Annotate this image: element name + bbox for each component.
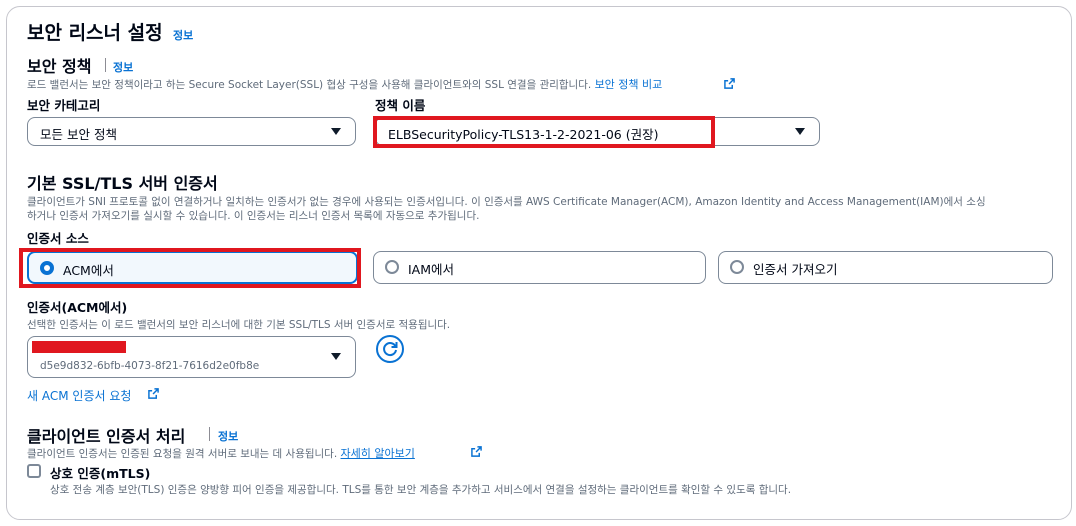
request-acm-certificate-link[interactable]: 새 ACM 인증서 요청 xyxy=(27,387,131,404)
acm-certificate-description: 선택한 인증서는 이 로드 밸런서의 보안 리스너에 대한 기본 SSL/TLS… xyxy=(27,319,451,331)
external-link-icon[interactable] xyxy=(724,78,735,89)
mtls-checkbox[interactable] xyxy=(27,464,41,478)
source-tile-import[interactable]: 인증서 가져오기 xyxy=(718,251,1053,284)
category-select-value: 모든 보안 정책 xyxy=(40,127,117,142)
section-info-link[interactable]: 정보 xyxy=(173,27,193,43)
certificate-title: 기본 SSL/TLS 서버 인증서 xyxy=(27,174,218,193)
client-cert-description: 클라이언트 인증서는 인증된 요청을 원격 서버로 보내는 데 사용됩니다. 자… xyxy=(27,445,415,461)
category-select[interactable]: 모든 보안 정책 xyxy=(27,117,356,146)
policy-name-label: 정책 이름 xyxy=(375,98,426,113)
security-policy-info-link[interactable]: 정보 xyxy=(113,59,133,75)
client-cert-info-link[interactable]: 정보 xyxy=(218,428,238,444)
description-text: 로드 밸런서는 보안 정책이라고 하는 Secure Socket Layer(… xyxy=(27,79,592,91)
certificate-source-label: 인증서 소스 xyxy=(27,231,89,246)
mtls-label: 상호 인증(mTLS) xyxy=(50,466,151,481)
compare-policies-link[interactable]: 보안 정책 비교 xyxy=(595,78,663,91)
mtls-description: 상호 전송 계층 보안(TLS) 인증은 양방향 피어 인증을 제공합니다. T… xyxy=(50,484,792,496)
divider xyxy=(105,58,106,72)
redacted-domain xyxy=(32,341,126,353)
certificate-description-line2: 하거나 인증서 가져오기를 실시할 수 있습니다. 이 인증서는 리스너 인증서… xyxy=(27,210,480,222)
radio-unselected-icon[interactable] xyxy=(730,260,744,274)
refresh-button[interactable] xyxy=(376,335,404,363)
certificate-description-line1: 클라이언트가 SNI 프로토콜 없이 연결하거나 일치하는 인증서가 없는 경우… xyxy=(27,196,986,208)
certificate-id: d5e9d832-6bfb-4073-8f21-7616d2e0fb8e xyxy=(40,360,260,372)
caret-down-icon xyxy=(331,353,341,360)
external-link-icon[interactable] xyxy=(148,388,159,399)
refresh-icon xyxy=(383,342,398,357)
caret-down-icon xyxy=(795,128,805,135)
learn-more-link[interactable]: 자세히 알아보기 xyxy=(341,447,415,460)
description-text: 클라이언트 인증서는 인증된 요청을 원격 서버로 보내는 데 사용됩니다. xyxy=(27,448,338,460)
security-policy-title: 보안 정책 xyxy=(27,57,92,76)
source-tile-iam[interactable]: IAM에서 xyxy=(373,251,706,284)
external-link-icon[interactable] xyxy=(471,446,482,457)
source-tile-label: IAM에서 xyxy=(408,262,455,277)
highlight-box xyxy=(19,248,361,288)
acm-certificate-label: 인증서(ACM에서) xyxy=(27,300,128,315)
caret-down-icon xyxy=(331,128,341,135)
divider xyxy=(209,427,210,441)
radio-unselected-icon[interactable] xyxy=(385,260,399,274)
category-label: 보안 카테고리 xyxy=(27,98,101,113)
highlight-box xyxy=(373,116,715,148)
client-cert-title: 클라이언트 인증서 처리 xyxy=(27,427,186,446)
source-tile-label: 인증서 가져오기 xyxy=(753,262,838,277)
security-policy-description: 로드 밸런서는 보안 정책이라고 하는 Secure Socket Layer(… xyxy=(27,76,662,92)
section-title: 보안 리스너 설정 xyxy=(27,22,163,44)
